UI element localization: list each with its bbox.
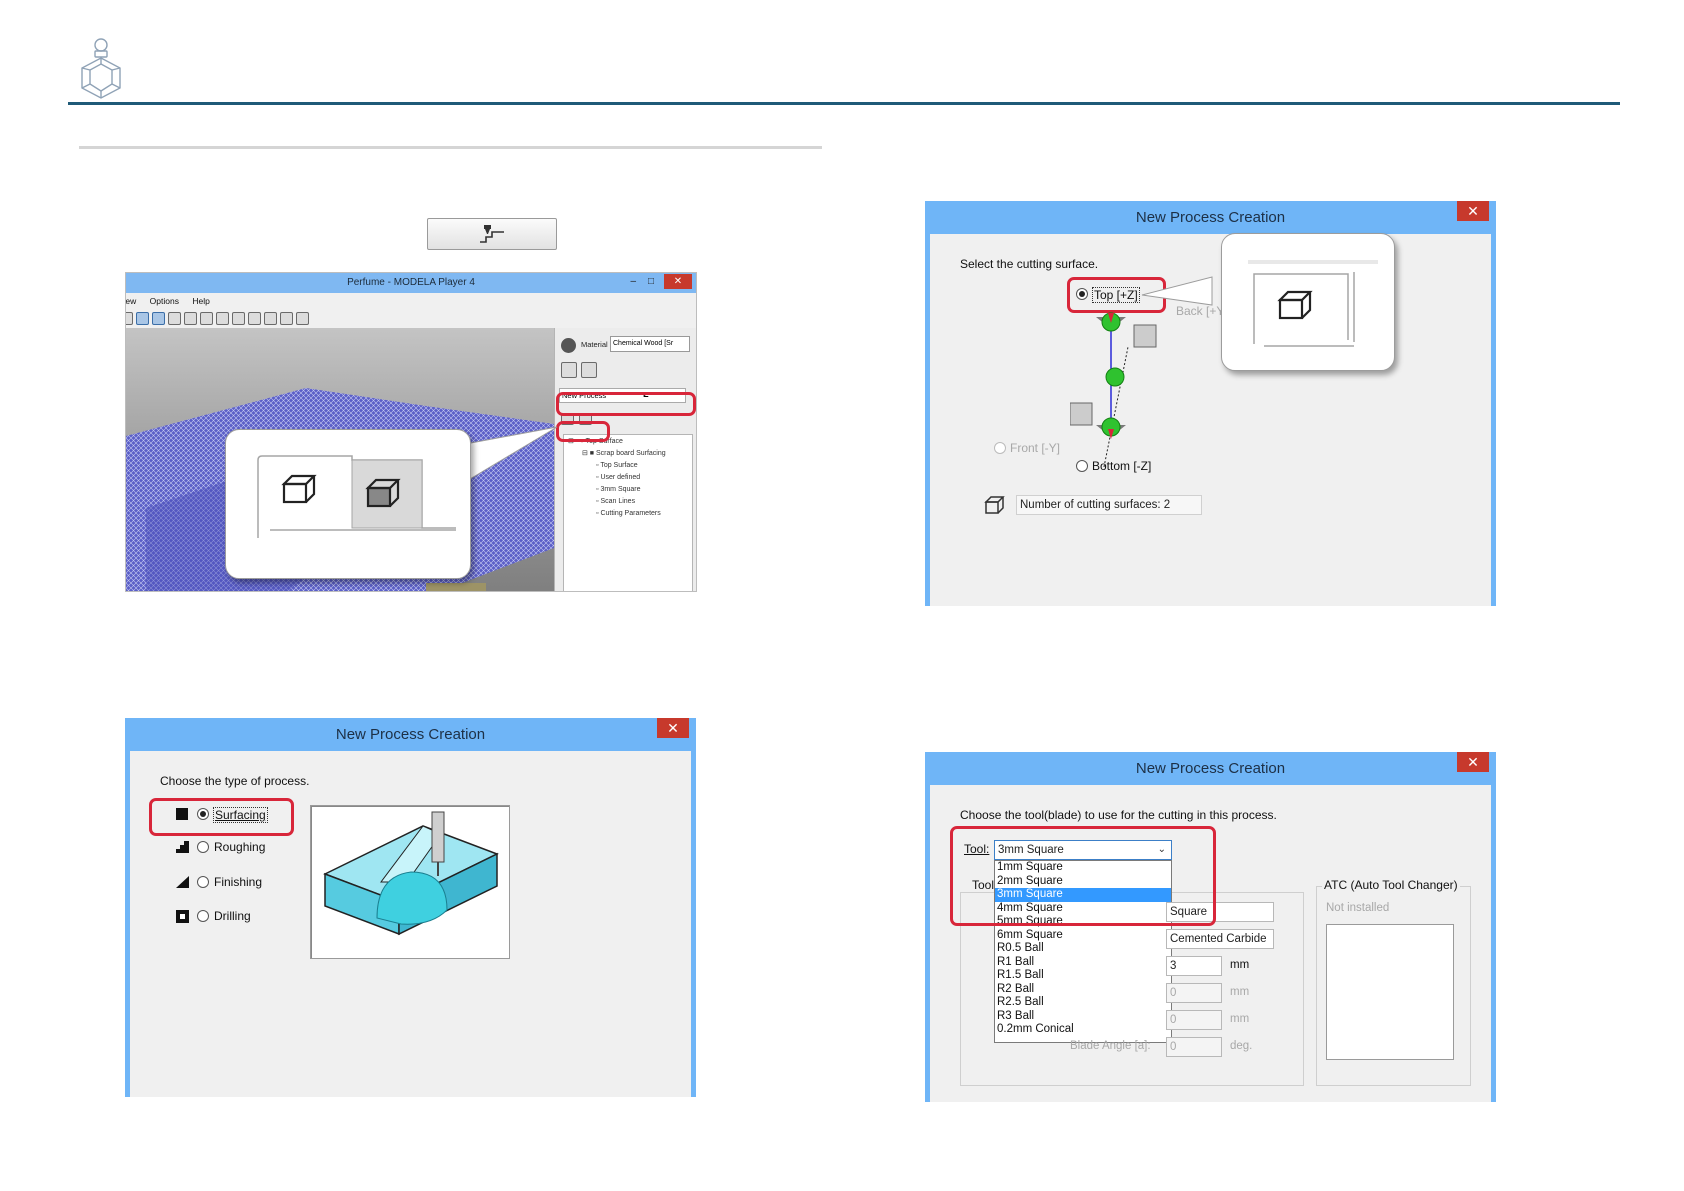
tab-zoom-callout	[1221, 233, 1395, 371]
top-surface-icon	[1277, 290, 1313, 320]
surface-tab-top-icon	[281, 474, 317, 504]
dialog-prompt: Select the cutting surface.	[960, 257, 1099, 271]
close-button[interactable]: ✕	[1457, 752, 1489, 772]
dialog-title: New Process Creation	[130, 718, 691, 751]
tool-option[interactable]: R3 Ball	[995, 1010, 1171, 1024]
tool-highlight	[950, 826, 1216, 926]
finishing-radio[interactable]	[197, 876, 209, 888]
tool-option[interactable]: R0.5 Ball	[995, 942, 1171, 956]
field2-unit: mm	[1230, 986, 1250, 998]
tool-option[interactable]: R1 Ball	[995, 956, 1171, 970]
tab-zoom-callout	[225, 429, 471, 579]
tool-material-field: Cemented Carbide	[1166, 929, 1274, 949]
dialog-prompt: Choose the type of process.	[160, 774, 310, 788]
new-process-button[interactable]	[427, 218, 557, 250]
blade-angle-label: Blade Angle [a]:	[1070, 1040, 1151, 1052]
front-face-icon	[1070, 402, 1093, 426]
tool-diameter-field[interactable]: 3	[1166, 956, 1222, 976]
bottom-radio[interactable]	[1076, 460, 1088, 472]
drilling-label[interactable]: Drilling	[214, 909, 251, 923]
atc-slot-list	[1326, 924, 1454, 1060]
tool-field-2: 0	[1166, 983, 1222, 1003]
field3-unit: mm	[1230, 1013, 1250, 1025]
front-radio[interactable]	[994, 442, 1006, 454]
blade-angle-field: 0	[1166, 1037, 1222, 1057]
close-button[interactable]: ✕	[657, 718, 689, 738]
roughing-icon	[176, 841, 189, 853]
modela-player-window: Perfume - MODELA Player 4 – □ ✕ View Opt…	[125, 272, 697, 592]
drilling-radio[interactable]	[197, 910, 209, 922]
drilling-icon	[176, 910, 189, 923]
tool-option[interactable]: R1.5 Ball	[995, 969, 1171, 983]
process-type-dialog: New Process Creation ✕ Choose the type o…	[125, 718, 696, 1097]
top-tab-zoom	[1248, 260, 1378, 347]
surfacing-highlight	[149, 798, 294, 836]
dialog-title: New Process Creation	[930, 752, 1491, 785]
dialog-title: New Process Creation	[930, 201, 1491, 234]
diameter-unit: mm	[1230, 959, 1250, 971]
close-button[interactable]: ✕	[1457, 201, 1489, 221]
surfaces-count: Number of cutting surfaces: 2	[1016, 495, 1202, 515]
cutting-surface-dialog: New Process Creation ✕ Select the cuttin…	[925, 201, 1496, 606]
atc-status: Not installed	[1326, 902, 1390, 914]
tool-field-3: 0	[1166, 1010, 1222, 1030]
section-divider	[79, 146, 822, 149]
atc-title: ATC (Auto Tool Changer)	[1322, 878, 1460, 892]
new-process-icon	[480, 225, 504, 243]
blade-angle-unit: deg.	[1230, 1040, 1253, 1052]
finishing-label[interactable]: Finishing	[214, 875, 262, 889]
tool-option[interactable]: 6mm Square	[995, 929, 1171, 943]
front-label[interactable]: Front [-Y]	[1010, 441, 1060, 455]
process-preview	[310, 805, 510, 959]
header-divider	[68, 102, 1620, 105]
tool-selection-dialog: New Process Creation ✕ Choose the tool(b…	[925, 752, 1496, 1102]
callout-pointer	[1141, 276, 1213, 306]
tool-option[interactable]: 0.2mm Conical	[995, 1023, 1171, 1037]
tool-option[interactable]: R2.5 Ball	[995, 996, 1171, 1010]
finishing-icon	[176, 876, 189, 888]
dialog-prompt: Choose the tool(blade) to use for the cu…	[960, 808, 1277, 822]
surface-tabs-zoom	[257, 455, 456, 538]
roughing-label[interactable]: Roughing	[214, 840, 265, 854]
tool-option[interactable]: R2 Ball	[995, 983, 1171, 997]
surfacing-preview-illustration	[323, 811, 499, 936]
perfume-bottle-logo	[81, 38, 121, 99]
bottom-label[interactable]: Bottom [-Z]	[1092, 459, 1151, 473]
cutting-surfaces-icon	[984, 496, 1005, 514]
roughing-radio[interactable]	[197, 841, 209, 853]
back-face-icon	[1133, 324, 1157, 348]
